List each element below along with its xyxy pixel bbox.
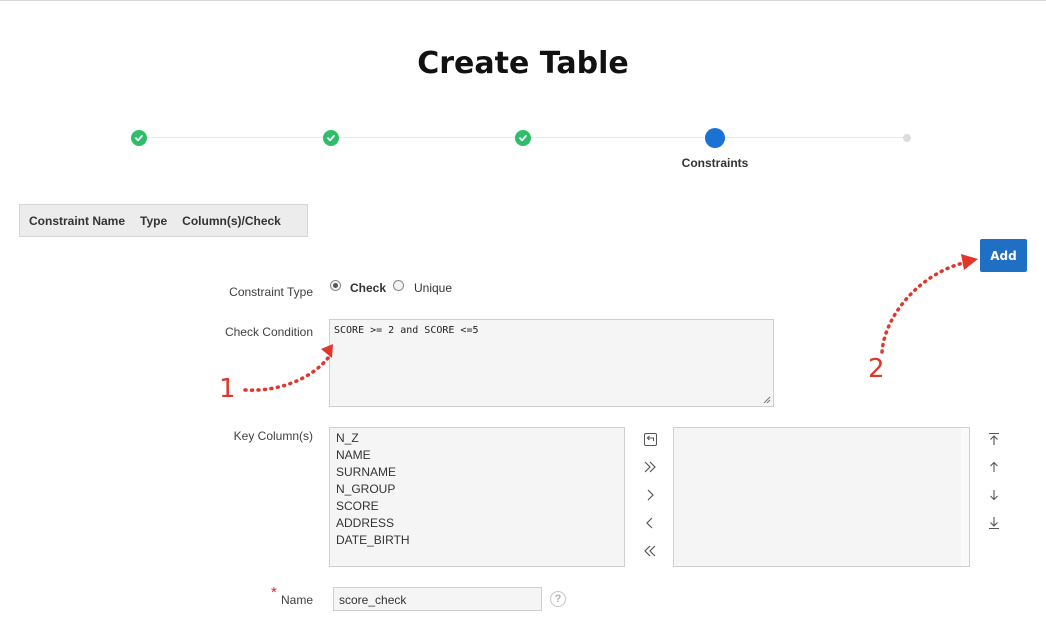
annotation-arrow-1 — [243, 356, 330, 392]
annotation-arrow-2 — [880, 260, 970, 354]
annotation-marker-2: 2 — [868, 354, 885, 384]
annotation-overlay — [243, 254, 978, 392]
annotation-arrowhead-1 — [321, 344, 333, 358]
annotation-marker-1: 1 — [219, 374, 236, 404]
annotation-arrowhead-2 — [961, 254, 978, 270]
